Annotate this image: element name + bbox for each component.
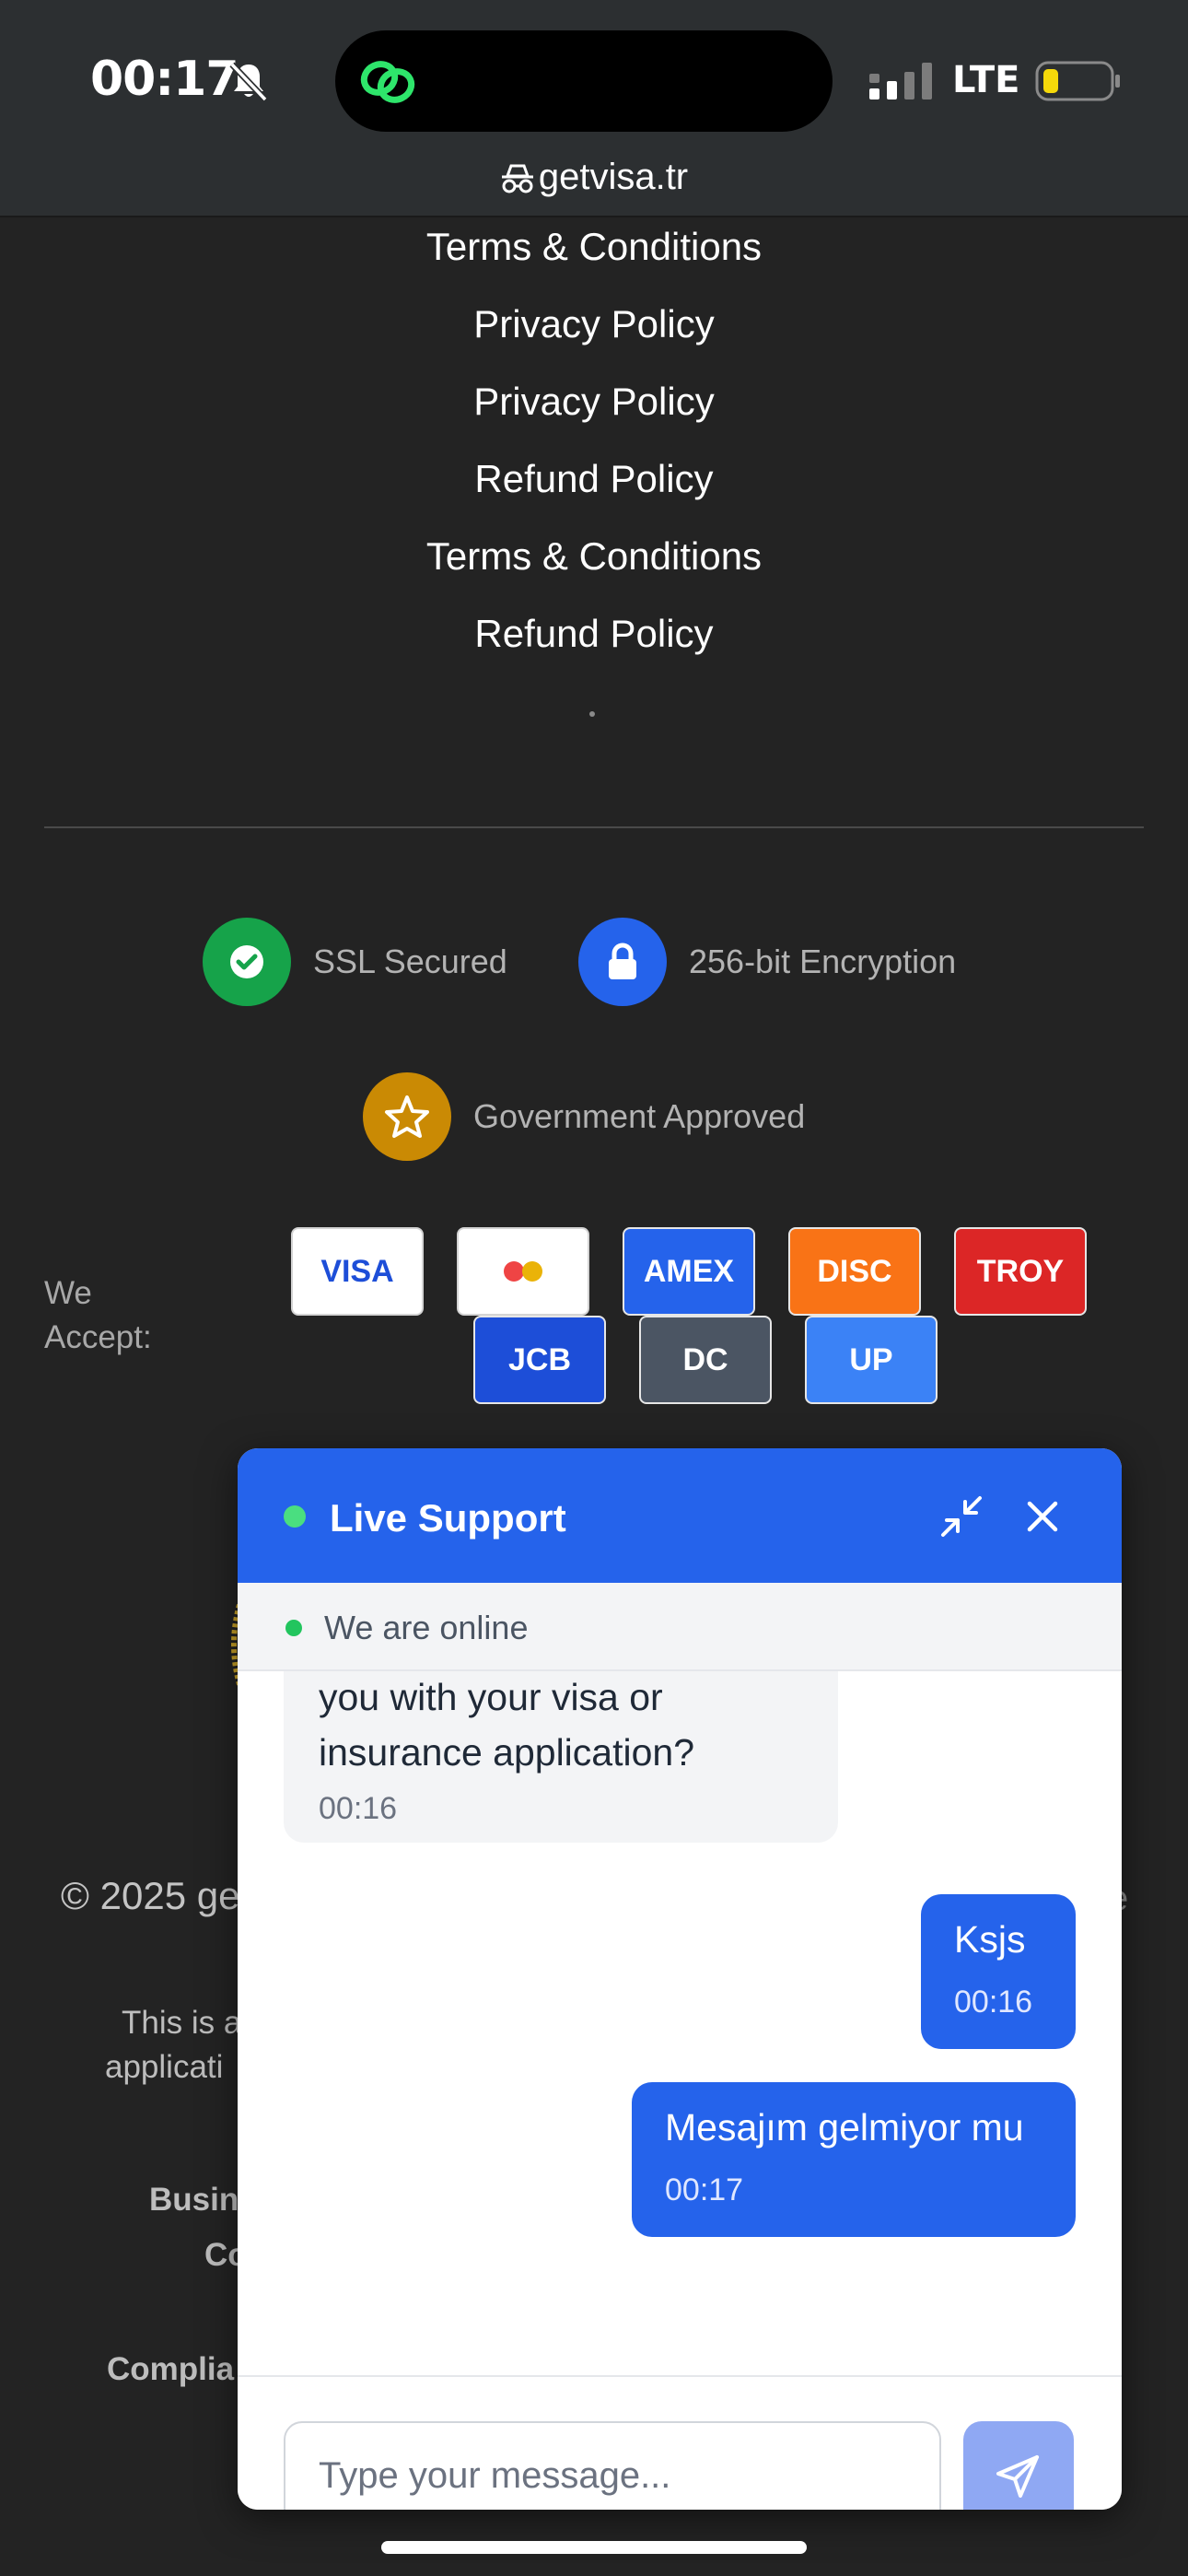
ssl-check-icon [203, 918, 291, 1006]
url-text: getvisa.tr [538, 157, 689, 197]
message-list[interactable]: you with your visa or insurance applicat… [238, 1671, 1122, 2375]
disclaimer-line-1: This is a [122, 2005, 242, 2041]
government-badge: Government Approved [363, 1072, 805, 1161]
separator-dot [589, 711, 595, 717]
user-message: Ksjs 00:16 [921, 1894, 1076, 2049]
star-icon [363, 1072, 451, 1161]
agent-message-text: you with your visa or insurance applicat… [319, 1676, 694, 1774]
chat-status-bar: We are online [238, 1583, 1122, 1671]
address-bar[interactable]: getvisa.tr [0, 157, 1188, 198]
mastercard-logo [457, 1227, 589, 1316]
bell-muted-icon [229, 62, 268, 102]
online-indicator-dot [284, 1505, 306, 1528]
diners-club-card-logo: DC [639, 1316, 772, 1404]
link-privacy-2[interactable]: Privacy Policy [0, 380, 1188, 424]
chat-input-area [238, 2375, 1122, 2510]
link-rings-icon [360, 61, 415, 103]
battery-icon [1035, 61, 1120, 101]
signal-strength-icon [869, 63, 932, 100]
link-refund-2[interactable]: Refund Policy [0, 612, 1188, 656]
unionpay-card-logo: UP [805, 1316, 938, 1404]
encryption-label: 256-bit Encryption [689, 943, 957, 980]
live-support-chat: Live Support We are online you with your… [238, 1448, 1122, 2510]
ssl-badge: SSL Secured [203, 918, 507, 1006]
lock-icon [578, 918, 667, 1006]
privacy-spy-icon [501, 164, 533, 193]
status-bar: 00:17 LTE getvisa.tr [0, 0, 1188, 217]
business-label: Busin [149, 2182, 239, 2218]
user-message: Mesajım gelmiyor mu 00:17 [632, 2082, 1076, 2237]
close-icon[interactable] [1020, 1494, 1065, 1539]
jcb-card-logo: JCB [473, 1316, 606, 1404]
agent-message-time: 00:16 [319, 1791, 398, 1826]
agent-message: you with your visa or insurance applicat… [284, 1671, 838, 1843]
government-label: Government Approved [473, 1097, 806, 1135]
user-message-time: 00:16 [954, 1985, 1033, 2020]
home-indicator[interactable] [381, 2541, 807, 2554]
status-dot [285, 1620, 302, 1636]
minimize-icon[interactable] [938, 1493, 985, 1540]
status-time: 00:17 [90, 52, 239, 107]
visa-card-logo: VISA [291, 1227, 424, 1316]
amex-card-logo: AMEX [623, 1227, 755, 1316]
ssl-label: SSL Secured [313, 943, 507, 980]
chat-title: Live Support [330, 1496, 566, 1540]
send-button[interactable] [963, 2421, 1074, 2510]
chat-status-text: We are online [324, 1609, 529, 1646]
footer-divider [44, 826, 1144, 828]
chat-header: Live Support [238, 1448, 1122, 1583]
compliance-label: Complia [107, 2351, 235, 2387]
disclaimer-line-2: applicati [105, 2049, 224, 2085]
dynamic-island [335, 30, 833, 132]
network-type: LTE [952, 59, 1020, 101]
mastercard-circles-icon [504, 1261, 542, 1282]
link-refund-1[interactable]: Refund Policy [0, 457, 1188, 501]
encryption-badge: 256-bit Encryption [578, 918, 956, 1006]
user-message-text: Ksjs [954, 1918, 1026, 1961]
link-terms-1[interactable]: Terms & Conditions [0, 225, 1188, 269]
message-input[interactable] [284, 2421, 941, 2510]
troy-card-logo: TROY [954, 1227, 1087, 1316]
link-privacy-1[interactable]: Privacy Policy [0, 302, 1188, 346]
user-message-text: Mesajım gelmiyor mu [665, 2106, 1024, 2149]
send-icon [996, 2455, 1039, 2498]
link-terms-2[interactable]: Terms & Conditions [0, 534, 1188, 579]
copyright-text: © 2025 ge [61, 1874, 240, 1917]
discover-card-logo: DISC [788, 1227, 921, 1316]
we-accept-label: We Accept: [44, 1275, 152, 1355]
user-message-time: 00:17 [665, 2172, 744, 2207]
